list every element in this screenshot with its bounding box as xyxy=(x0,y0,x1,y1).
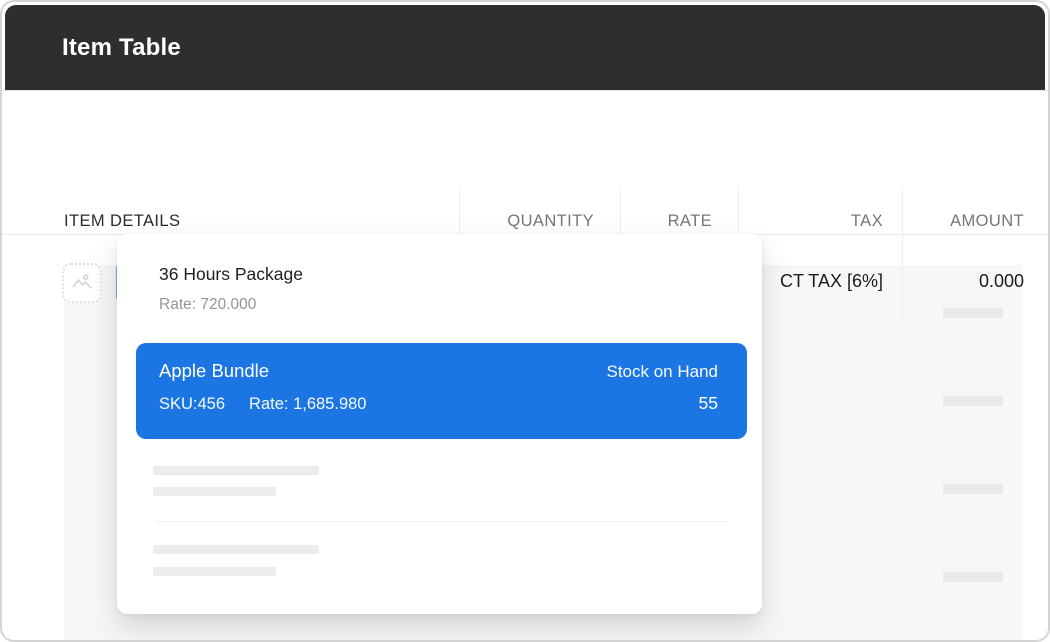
item-table-widget: Item Table ITEM DETAILS QUANTITY RATE TA… xyxy=(0,0,1050,642)
dropdown-item-apple-bundle-selected[interactable]: Apple Bundle Stock on Hand SKU:456 Rate:… xyxy=(136,343,747,439)
dropdown-skeleton-bar xyxy=(153,567,276,576)
column-header-rate: RATE xyxy=(620,212,712,232)
stock-on-hand-label: Stock on Hand xyxy=(606,362,718,382)
titlebar: Item Table xyxy=(5,5,1045,90)
item-rate: Rate: 1,685.980 xyxy=(249,395,366,414)
column-header-tax: TAX xyxy=(738,212,883,232)
column-header-quantity: QUANTITY xyxy=(459,212,594,232)
item-name: 36 Hours Package xyxy=(159,264,303,285)
column-header-item-details: ITEM DETAILS xyxy=(64,212,284,232)
amount-cell: 0.000 xyxy=(902,271,1024,293)
stock-value: 55 xyxy=(699,393,718,414)
dropdown-skeleton-bar xyxy=(153,466,319,475)
background-skeleton-bar xyxy=(943,572,1003,582)
dropdown-divider xyxy=(156,521,728,522)
item-image-upload[interactable] xyxy=(62,263,102,303)
column-header-amount: AMOUNT xyxy=(902,212,1024,232)
dropdown-skeleton-bar xyxy=(153,545,319,554)
image-placeholder-icon xyxy=(70,269,94,298)
background-skeleton-bar xyxy=(943,308,1003,318)
page-title: Item Table xyxy=(62,34,181,62)
item-sku: SKU:456 xyxy=(159,395,225,414)
background-skeleton-bar xyxy=(943,396,1003,406)
item-rate: Rate: 720.000 xyxy=(159,296,256,314)
item-name: Apple Bundle xyxy=(159,360,269,382)
column-divider xyxy=(902,187,903,324)
item-suggestion-dropdown: 36 Hours Package Rate: 720.000 Apple Bun… xyxy=(117,234,762,614)
item-table: ITEM DETAILS QUANTITY RATE TAX AMOUNT 1.… xyxy=(2,90,1048,235)
dropdown-skeleton-bar xyxy=(153,487,276,496)
dropdown-item-36-hours-package[interactable]: 36 Hours Package Rate: 720.000 xyxy=(117,248,762,332)
background-skeleton-bar xyxy=(943,484,1003,494)
